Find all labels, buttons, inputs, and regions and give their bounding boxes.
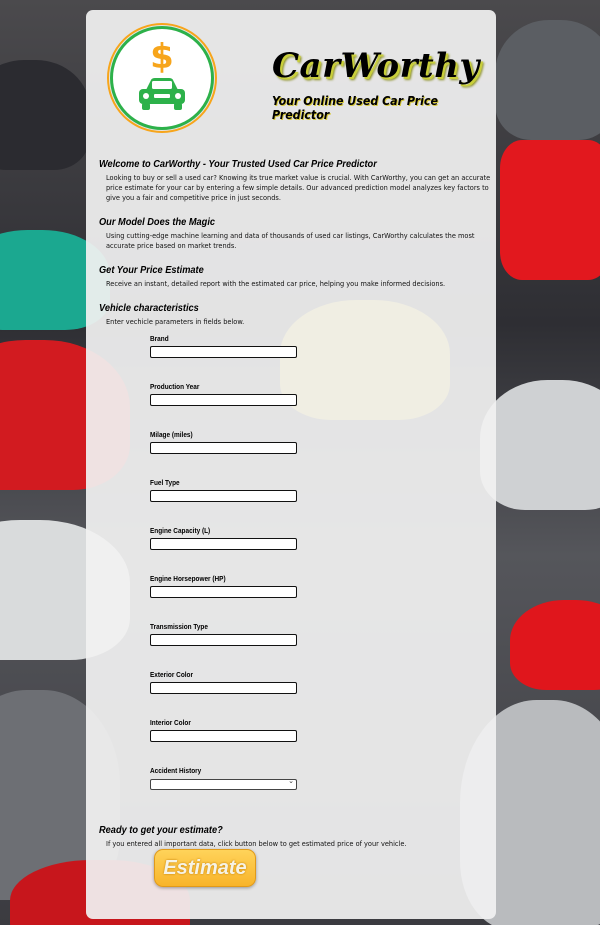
milage-field: Milage (miles) — [150, 430, 298, 454]
engine-capacity-input[interactable] — [150, 538, 297, 550]
milage-label: Milage (miles) — [150, 430, 193, 439]
fuel-type-input[interactable] — [150, 490, 297, 502]
exterior-color-field: Exterior Color — [150, 670, 298, 694]
milage-input[interactable] — [150, 442, 297, 454]
ready-section: Ready to get your estimate? If you enter… — [99, 824, 494, 849]
production-year-field: Production Year — [150, 382, 298, 406]
welcome-heading: Welcome to CarWorthy - Your Trusted Used… — [99, 158, 377, 170]
interior-color-field: Interior Color — [150, 718, 298, 742]
engine-horsepower-label: Engine Horsepower (HP) — [150, 574, 226, 583]
ready-heading: Ready to get your estimate? — [99, 824, 223, 836]
welcome-section: Welcome to CarWorthy - Your Trusted Used… — [99, 158, 494, 203]
interior-color-label: Interior Color — [150, 718, 191, 727]
vehicle-text: Enter vechicle parameters in fields belo… — [106, 318, 245, 326]
brand-subtitle: Your Online Used Car Price Predictor — [272, 94, 438, 122]
ready-text: If you entered all important data, click… — [106, 840, 407, 848]
engine-horsepower-field: Engine Horsepower (HP) — [150, 574, 298, 598]
estimate-heading: Get Your Price Estimate — [99, 264, 204, 276]
model-text: Using cutting-edge machine learning and … — [106, 232, 475, 250]
production-year-label: Production Year — [150, 382, 200, 391]
engine-horsepower-input[interactable] — [150, 586, 297, 598]
transmission-type-input[interactable] — [150, 634, 297, 646]
brand-input[interactable] — [150, 346, 297, 358]
interior-color-input[interactable] — [150, 730, 297, 742]
vehicle-section: Vehicle characteristics Enter vechicle p… — [99, 302, 494, 327]
exterior-color-input[interactable] — [150, 682, 297, 694]
brand-field: Brand — [150, 334, 298, 358]
brand-title: CarWorthy — [272, 46, 480, 86]
brand-label: Brand — [150, 334, 169, 343]
estimate-text: Receive an instant, detailed report with… — [106, 280, 446, 288]
vehicle-heading: Vehicle characteristics — [99, 302, 199, 314]
model-heading: Our Model Does the Magic — [99, 216, 216, 228]
estimate-button[interactable]: Estimate — [154, 849, 256, 887]
production-year-input[interactable] — [150, 394, 297, 406]
accident-history-select[interactable]: ⌄ — [150, 777, 297, 790]
accident-history-label: Accident History — [150, 766, 202, 775]
dollar-car-logo-icon: $ — [107, 23, 217, 133]
fuel-type-field: Fuel Type — [150, 478, 298, 502]
main-panel: $ CarWorthy Your Online Used Car Price P… — [86, 10, 496, 919]
engine-capacity-field: Engine Capacity (L) — [150, 526, 298, 550]
fuel-type-label: Fuel Type — [150, 478, 180, 487]
estimate-section: Get Your Price Estimate Receive an insta… — [99, 264, 494, 289]
transmission-type-field: Transmission Type — [150, 622, 298, 646]
chevron-down-icon: ⌄ — [288, 777, 294, 785]
transmission-type-label: Transmission Type — [150, 622, 208, 631]
engine-capacity-label: Engine Capacity (L) — [150, 526, 211, 535]
accident-history-field: Accident History ⌄ — [150, 766, 298, 790]
model-section: Our Model Does the Magic Using cutting-e… — [99, 216, 494, 251]
welcome-text: Looking to buy or sell a used car? Knowi… — [106, 174, 491, 202]
exterior-color-label: Exterior Color — [150, 670, 194, 679]
